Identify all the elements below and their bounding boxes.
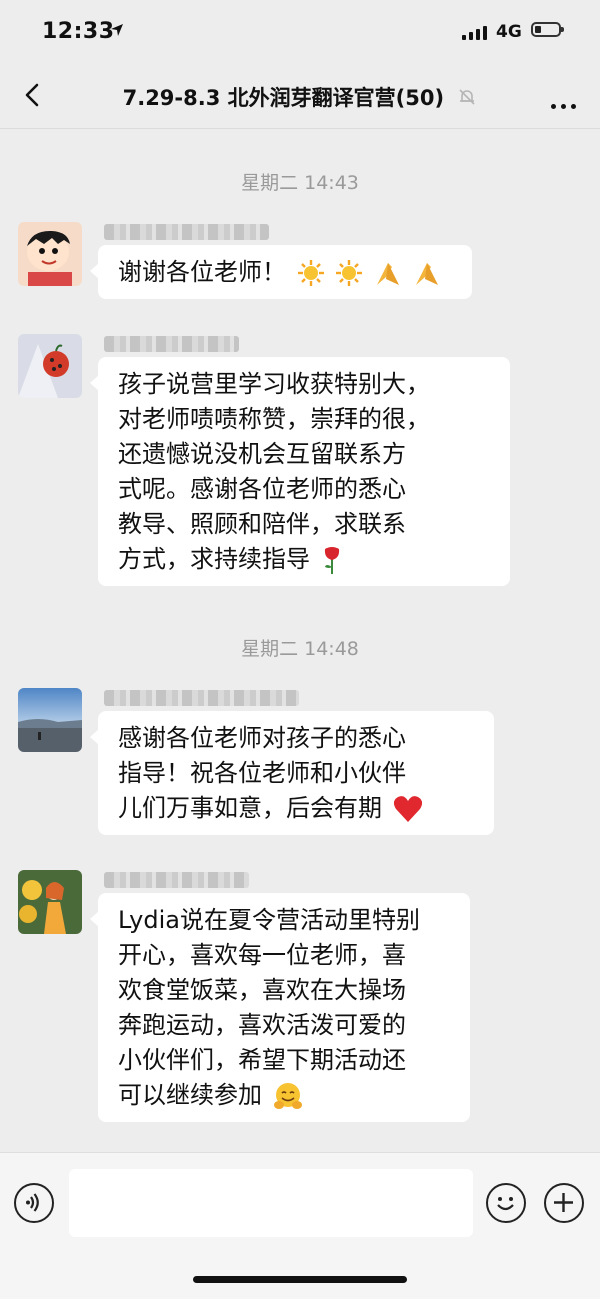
sender-name-blurred [104,224,269,240]
red-heart-icon [393,796,422,822]
signal-bars-icon [462,26,487,40]
message-line: 式呢。感谢各位老师的悉心 [118,475,406,503]
message-line: 儿们万事如意，后会有期 [118,794,382,822]
praying-hands-icon [415,263,438,285]
sun-icon [297,260,324,286]
network-type: 4G [496,22,522,42]
message-line: 开心，喜欢每一位老师，喜 [118,941,406,969]
message-bubble[interactable]: Lydia说在夏令营活动里特别 开心，喜欢每一位老师，喜 欢食堂饭菜，喜欢在大操… [90,893,470,1122]
sender-name-blurred [104,690,299,706]
message-input[interactable] [69,1169,473,1237]
praying-hands-icon [376,263,399,285]
message-line: Lydia说在夏令营活动里特别 [118,906,420,934]
voice-icon [26,1193,39,1212]
message-bubble[interactable]: 谢谢各位老师！ [90,245,472,299]
message-line: 感谢各位老师对孩子的悉心 [118,724,406,752]
message-line: 方式，求持续指导 [118,545,310,573]
mute-bell-icon [459,89,475,105]
message-line: 对老师啧啧称赞，崇拜的很， [118,405,430,433]
message-line: 奔跑运动，喜欢活泼可爱的 [118,1011,406,1039]
message-bubble[interactable]: 感谢各位老师对孩子的悉心 指导！祝各位老师和小伙伴 儿们万事如意，后会有期 [90,711,494,835]
chat-title: 7.29-8.3 北外润芽翻译官营(50) [122,86,445,110]
message-line: 小伙伴们，希望下期活动还 [118,1046,406,1074]
message-bubble[interactable]: 孩子说营里学习收获特别大， 对老师啧啧称赞，崇拜的很， 还遗憾说没机会互留联系方… [90,357,510,586]
message-line: 指导！祝各位老师和小伙伴 [118,759,406,787]
rose-icon [324,547,339,574]
timestamp: 星期二 14:48 [241,638,359,660]
avatar[interactable] [18,334,82,398]
location-arrow-icon [111,24,123,36]
battery-icon [531,22,564,37]
status-bar: 12:33 4G [0,0,600,62]
timestamp: 星期二 14:43 [241,172,359,194]
avatar[interactable] [18,688,82,752]
plus-icon [554,1193,573,1212]
sender-name-blurred [104,872,249,888]
avatar[interactable] [18,222,82,286]
message-text: 谢谢各位老师！ [118,258,286,286]
message-line: 还遗憾说没机会互留联系方 [118,440,406,468]
message-line: 孩子说营里学习收获特别大， [118,370,430,398]
chat-title-row: 7.29-8.3 北外润芽翻译官营(50) [0,82,600,112]
chat-nav-bar: 7.29-8.3 北外润芽翻译官营(50) [0,62,600,129]
avatar[interactable] [18,870,82,934]
message-line: 可以继续参加 [118,1081,262,1109]
sun-icon [336,260,363,286]
message-line: 欢食堂饭菜，喜欢在大操场 [118,976,406,1004]
voice-input-button[interactable] [14,1183,54,1223]
emoji-button[interactable] [486,1183,526,1223]
status-time: 12:33 [42,19,115,44]
home-indicator [193,1276,407,1283]
hugging-face-icon [273,1083,302,1109]
sender-name-blurred [104,336,239,352]
smiley-icon [497,1197,514,1211]
more-functions-button[interactable] [544,1183,584,1223]
more-options-icon[interactable] [546,94,576,113]
message-line: 教导、照顾和陪伴，求联系 [118,510,406,538]
